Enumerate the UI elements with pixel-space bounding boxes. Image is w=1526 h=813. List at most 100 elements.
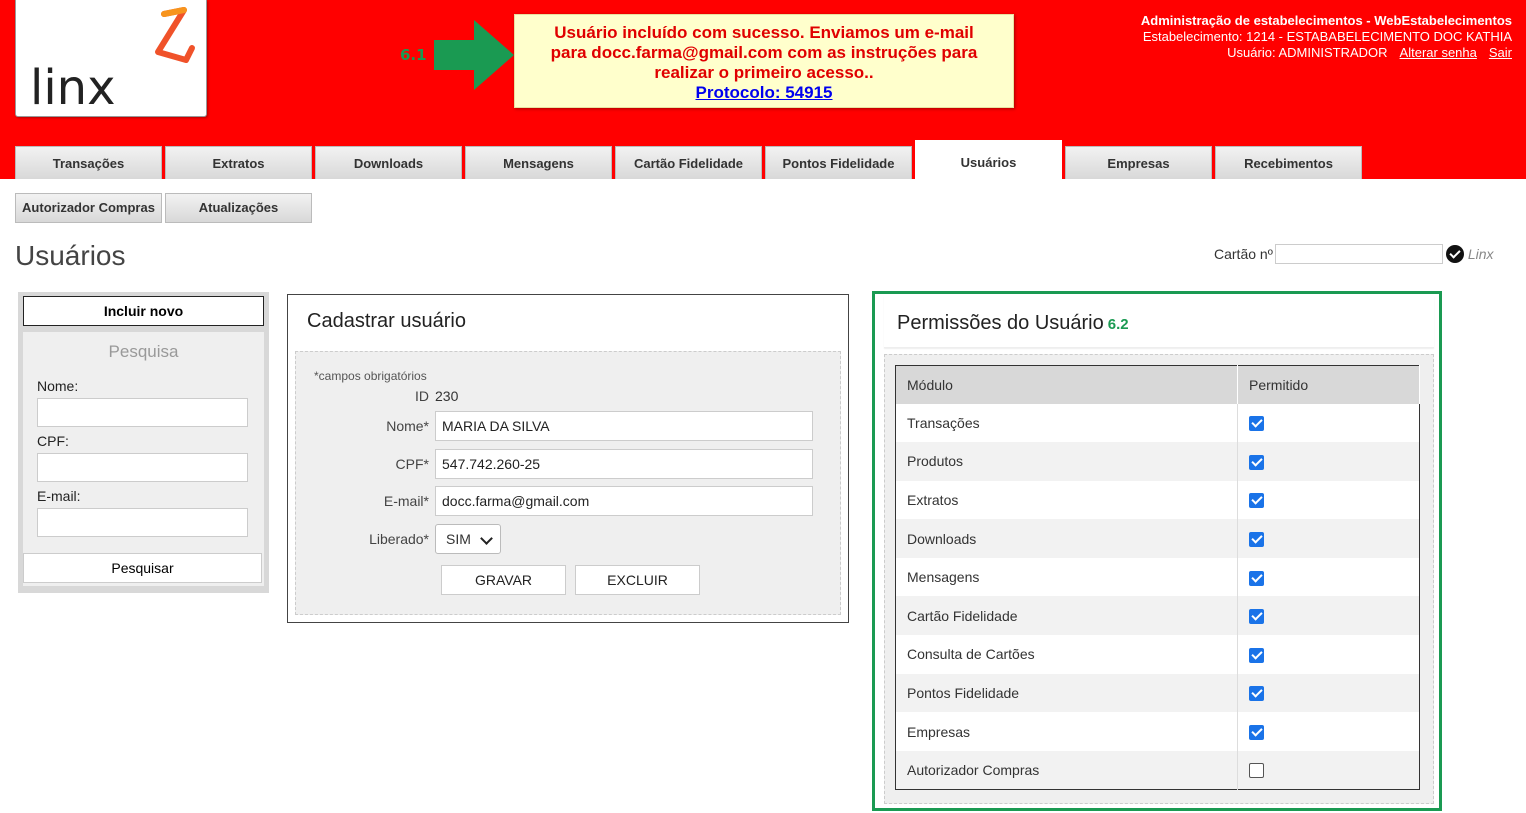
module-cell: Autorizador Compras [895,750,1238,790]
user-info: Usuário: ADMINISTRADOR [1227,45,1388,60]
table-row: Empresas [896,712,1420,751]
tab-recebimentos[interactable]: Recebimentos [1215,146,1362,179]
header-bar: linx 6.1 Usuário incluído com sucesso. E… [0,0,1526,179]
include-new-button[interactable]: Incluir novo [23,296,264,326]
allowed-cell [1237,596,1420,636]
allowed-checkbox[interactable] [1249,531,1264,547]
name-field[interactable] [435,411,813,441]
admin-info: Administração de estabelecimentos - WebE… [1141,13,1512,61]
search-button[interactable]: Pesquisar [23,553,262,583]
message-line-3: realizar o primeiro acesso.. [654,63,874,82]
search-email-label: E-mail: [37,488,81,504]
search-cpf-label: CPF: [37,433,69,449]
tab-extratos[interactable]: Extratos [165,146,312,179]
module-cell: Consulta de Cartões [907,646,1035,663]
admin-title: Administração de estabelecimentos - WebE… [1140,13,1512,28]
success-message: Usuário incluído com sucesso. Enviamos u… [514,14,1014,108]
message-line-2: para docc.farma@gmail.com com as instruç… [550,43,978,62]
permissions-header: Permissões do Usuário 6.2 [884,296,1434,348]
left-panel: Incluir novo Pesquisa Nome: CPF: E-mail:… [18,292,269,593]
email-label: E-mail* [383,493,429,509]
table-row: Downloads [895,519,1420,558]
permissions-title-text: Permissões do Usuário [897,312,1104,334]
allowed-checkbox[interactable] [1249,454,1264,470]
change-password-link[interactable]: Alterar senha [1400,45,1477,60]
allowed-checkbox[interactable] [1249,724,1264,740]
liberado-value: SIM [446,531,471,547]
allowed-checkbox[interactable] [1249,570,1264,586]
cartao-input[interactable] [1274,244,1443,264]
table-row: Extratos [896,480,1420,520]
module-cell: Downloads [895,519,1238,558]
allowed-cell [1237,712,1420,751]
permissions-title: Permissões do Usuário 6.2 [884,296,1434,335]
id-row: ID 230 [296,388,458,404]
main-tabs: Transações Extratos Downloads Mensagens … [15,140,1365,179]
search-name-input[interactable] [37,398,248,427]
logo-text: linx [30,60,116,116]
tab-mensagens[interactable]: Mensagens [465,146,612,179]
cartao-label: Cartão nº [1214,246,1273,262]
module-cell: Transações [907,414,980,431]
table-row: Autorizador Compras [895,750,1420,790]
search-cpf-input[interactable] [37,453,248,482]
linx-logo: linx [15,0,207,117]
tab-pontos-fidelidade[interactable]: Pontos Fidelidade [765,146,912,179]
search-title: Pesquisa [108,342,179,361]
allowed-checkbox[interactable] [1249,493,1264,509]
allowed-checkbox[interactable] [1249,647,1264,663]
allowed-checkbox[interactable] [1249,416,1264,432]
liberado-row: Liberado* SIM [296,524,501,554]
delete-button[interactable]: EXCLUIR [575,565,700,595]
table-row: Cartão Fidelidade [895,596,1420,636]
email-row: E-mail* [296,486,813,516]
allowed-cell [1237,673,1420,713]
search-email-input[interactable] [37,508,248,537]
cpf-row: CPF* [296,449,813,479]
allowed-checkbox[interactable] [1249,763,1264,779]
name-label: Nome* [386,418,429,434]
establishment-info: Estabelecimento: 1214 - ESTABABELECIMENT… [1142,29,1512,44]
liberado-label: Liberado* [369,531,429,547]
email-field[interactable] [435,486,813,516]
search-name-label: Nome: [37,378,79,394]
subtab-autorizador-compras[interactable]: Autorizador Compras [15,193,162,223]
module-cell: Empresas [907,723,971,740]
name-row: Nome* [296,411,813,441]
allowed-cell [1237,442,1420,481]
cpf-label: CPF* [395,456,429,472]
tab-cartao-fidelidade[interactable]: Cartão Fidelidade [615,146,762,179]
subtab-atualizacoes[interactable]: Atualizações [165,193,312,223]
mini-linx-logo: Linx [1467,246,1494,262]
tab-transacoes[interactable]: Transações [15,146,162,179]
tab-usuarios[interactable]: Usuários [915,140,1062,179]
module-cell: Mensagens [907,569,980,586]
module-cell: Cartão Fidelidade [895,596,1238,636]
confirm-check-icon[interactable] [1445,245,1464,263]
table-row: Produtos [895,442,1420,481]
register-title: Cadastrar usuário [307,310,466,332]
register-user-panel: Cadastrar usuário *campos obrigatórios I… [287,294,849,623]
liberado-select[interactable]: SIM [435,524,501,554]
id-value: 230 [435,388,459,404]
allowed-checkbox[interactable] [1249,686,1264,702]
tab-downloads[interactable]: Downloads [315,146,462,179]
required-note: *campos obrigatórios [314,369,427,383]
logout-link[interactable]: Sair [1489,45,1512,60]
tab-empresas[interactable]: Empresas [1065,146,1212,179]
module-cell: Produtos [895,442,1238,481]
step-6-1-label: 6.1 [400,46,427,64]
protocol-link[interactable]: Protocolo: 54915 [515,83,1013,103]
allowed-cell [1237,480,1420,520]
allowed-cell [1237,557,1420,597]
id-label: ID [415,388,429,404]
allowed-checkbox[interactable] [1249,609,1264,625]
allowed-cell [1237,635,1420,674]
col-module-header: Módulo [895,365,1238,404]
save-button[interactable]: GRAVAR [441,565,566,595]
sub-tabs: Autorizador Compras Atualizações [15,193,315,223]
allowed-cell [1237,519,1420,558]
permissions-table: Módulo Permitido Transações Produtos Extra… [895,365,1420,790]
col-allowed-header: Permitido [1237,365,1420,404]
cpf-field[interactable] [435,449,813,479]
